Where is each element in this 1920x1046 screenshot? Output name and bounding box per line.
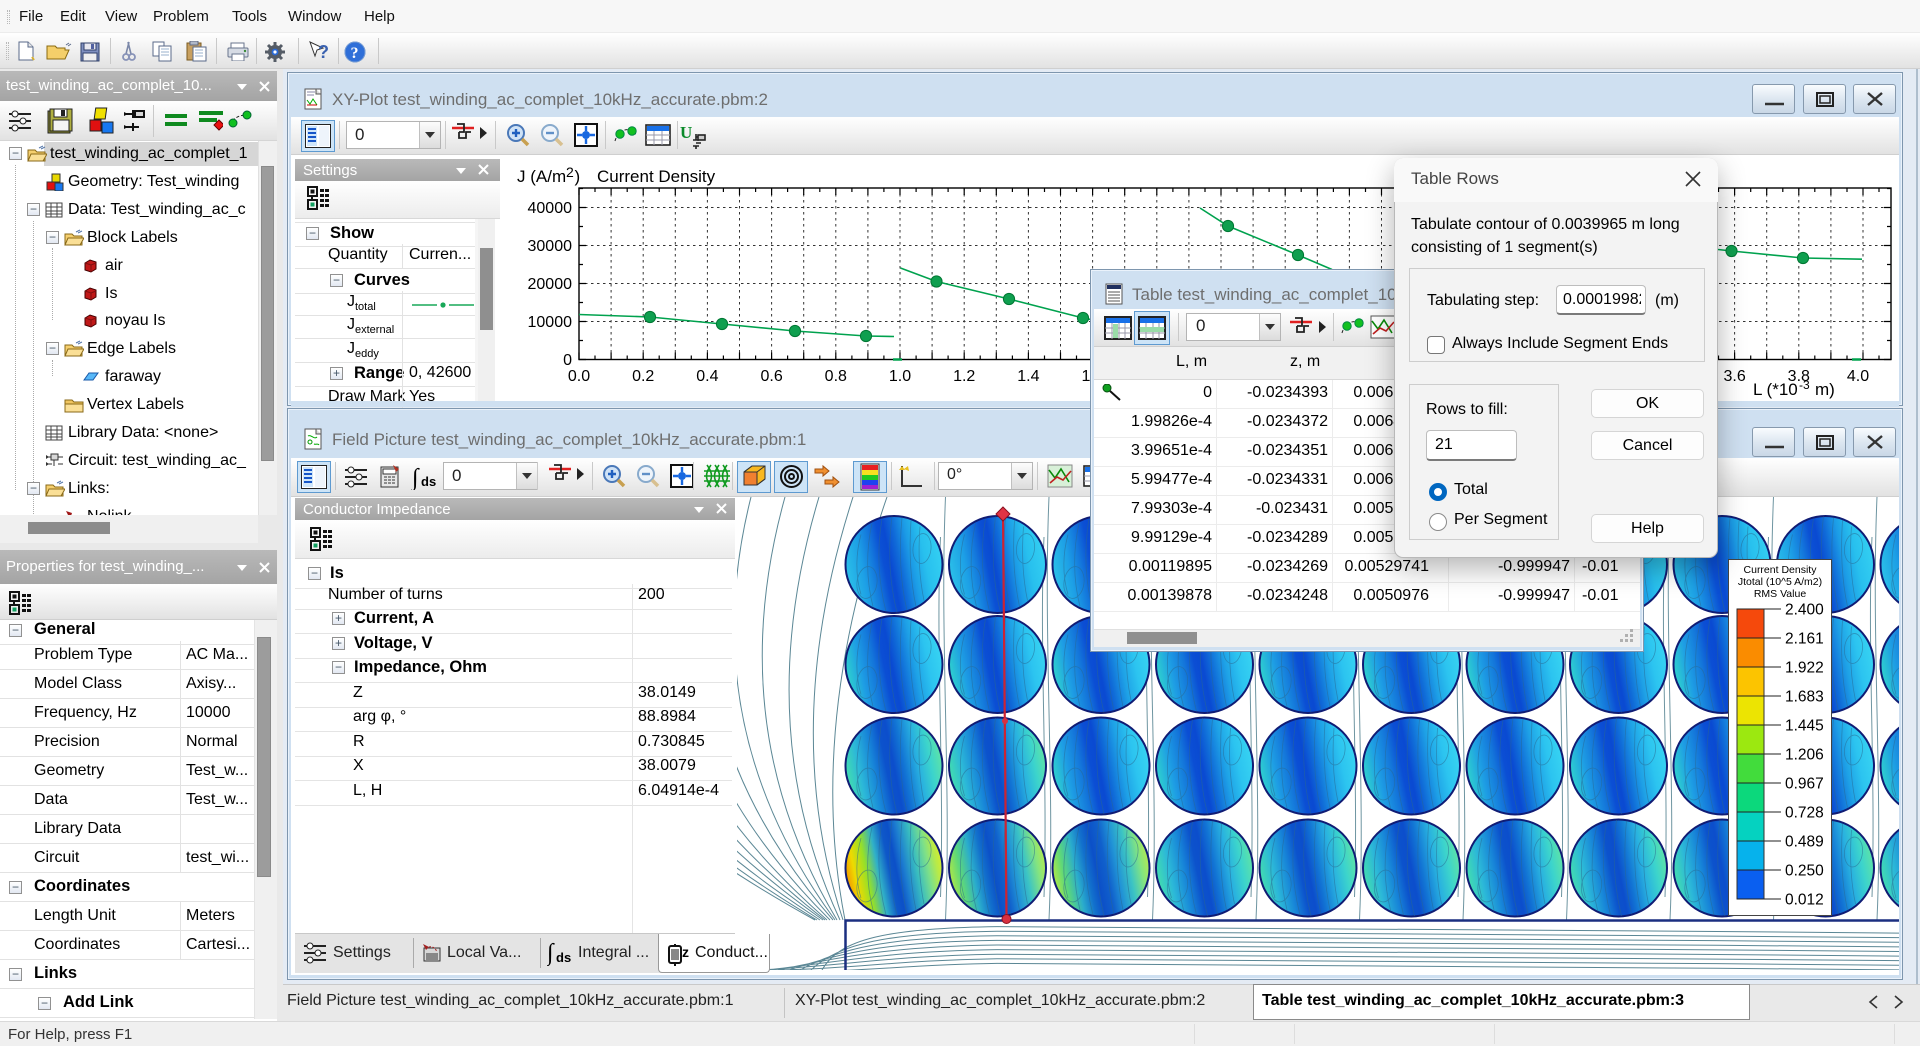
svg-text:-3: -3	[1799, 378, 1810, 392]
svg-text:0.489: 0.489	[1785, 834, 1824, 851]
svg-text:2.400: 2.400	[1785, 602, 1824, 619]
svg-text:1.2: 1.2	[953, 368, 975, 385]
svg-text:Jtotal (10^5 A/m2): Jtotal (10^5 A/m2)	[1738, 576, 1822, 588]
svg-text:20000: 20000	[528, 276, 573, 293]
svg-text:1.4: 1.4	[1017, 368, 1039, 385]
svg-text:0.2: 0.2	[632, 368, 654, 385]
svg-text:L (*10: L (*10	[1753, 380, 1798, 399]
svg-text:ds: ds	[556, 950, 571, 965]
svg-text:1.922: 1.922	[1785, 660, 1824, 677]
svg-text:3.6: 3.6	[1723, 368, 1745, 385]
svg-text:30000: 30000	[528, 238, 573, 255]
svg-text:1.206: 1.206	[1785, 747, 1824, 764]
svg-text:10000: 10000	[528, 314, 573, 331]
svg-text:?: ?	[351, 45, 359, 62]
svg-text:0.0: 0.0	[568, 368, 590, 385]
svg-text:?: ?	[318, 42, 329, 62]
svg-text:4.0: 4.0	[1847, 368, 1869, 385]
svg-text:Current Density: Current Density	[597, 167, 716, 186]
svg-text:0.012: 0.012	[1785, 892, 1824, 909]
svg-text:0.6: 0.6	[760, 368, 782, 385]
svg-text:∫: ∫	[411, 465, 420, 490]
svg-text:m): m)	[1815, 380, 1835, 399]
svg-text:U: U	[680, 123, 692, 142]
svg-text:1.683: 1.683	[1785, 689, 1824, 706]
svg-text:): )	[575, 167, 581, 186]
svg-text:J (A/m: J (A/m	[517, 167, 566, 186]
svg-text:0.4: 0.4	[696, 368, 718, 385]
svg-text:0.967: 0.967	[1785, 776, 1824, 793]
svg-text:z: z	[682, 944, 689, 960]
svg-text:0.728: 0.728	[1785, 805, 1824, 822]
svg-text:RMS Value: RMS Value	[1754, 588, 1806, 600]
svg-text:40000: 40000	[528, 200, 573, 217]
svg-text:2.161: 2.161	[1785, 631, 1824, 648]
svg-text:1.0: 1.0	[889, 368, 911, 385]
svg-text:0.8: 0.8	[825, 368, 847, 385]
svg-text:2: 2	[566, 164, 574, 180]
svg-text:Current Density: Current Density	[1744, 564, 1818, 576]
svg-text:ds: ds	[421, 474, 436, 489]
svg-text:∫: ∫	[547, 940, 555, 966]
svg-text:0.250: 0.250	[1785, 863, 1824, 880]
svg-text:1.445: 1.445	[1785, 718, 1824, 735]
svg-text:0: 0	[563, 352, 572, 369]
